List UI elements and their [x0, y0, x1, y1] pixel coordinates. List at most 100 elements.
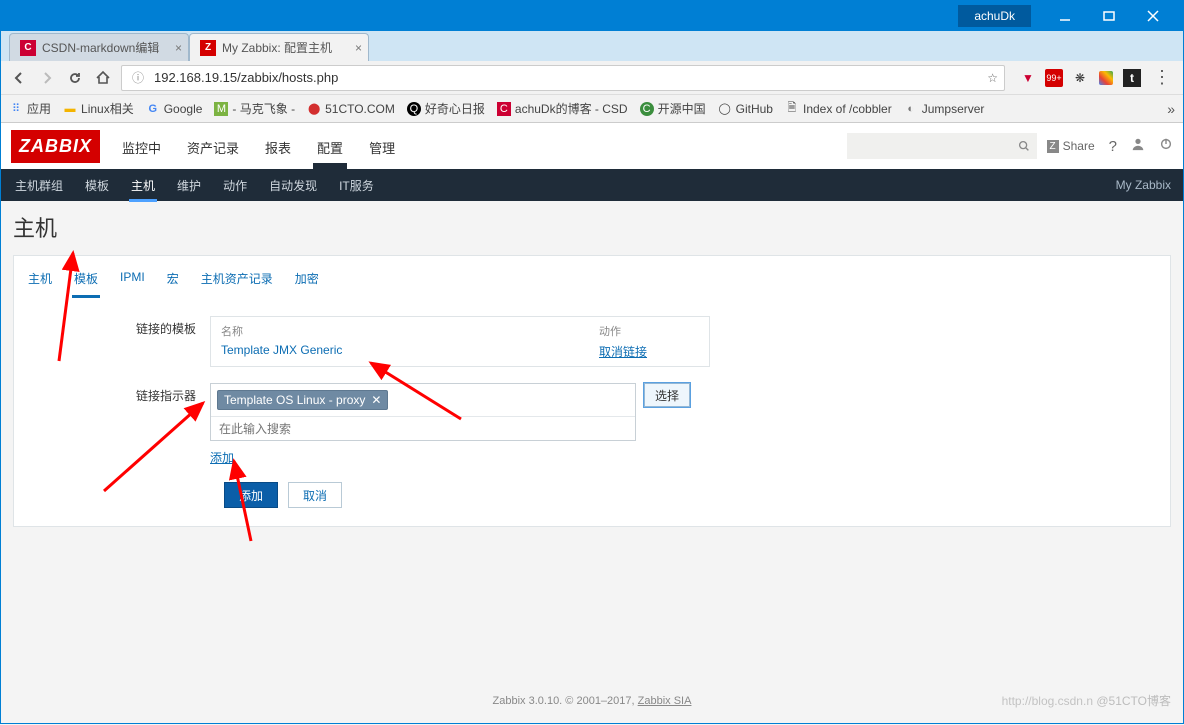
browser-tab[interactable]: Z My Zabbix: 配置主机 × — [189, 33, 369, 61]
window-user: achuDk — [958, 5, 1031, 27]
url-box[interactable]: ⓘ 192.168.19.15/zabbix/hosts.php ☆ — [121, 65, 1005, 91]
tab-macros[interactable]: 宏 — [165, 266, 181, 298]
col-header-action: 动作 — [599, 323, 699, 339]
footer-text: Zabbix 3.0.10. © 2001–2017, — [493, 695, 638, 707]
subnav-hostgroups[interactable]: 主机群组 — [13, 169, 65, 202]
window-titlebar: achuDk — [1, 1, 1183, 31]
select-button[interactable]: 选择 — [644, 383, 690, 407]
tab-encryption[interactable]: 加密 — [293, 266, 321, 298]
subnav-templates[interactable]: 模板 — [83, 169, 111, 202]
tab-title: CSDN-markdown编辑 — [42, 39, 164, 56]
site-icon: C — [497, 102, 511, 116]
subnav-right: My Zabbix — [1116, 178, 1171, 192]
tab-close-icon[interactable]: × — [175, 41, 182, 55]
zabbix-subnav: 主机群组 模板 主机 维护 动作 自动发现 IT服务 My Zabbix — [1, 169, 1183, 201]
bookmark-item[interactable]: Q好奇心日报 — [407, 100, 485, 117]
ext-icon[interactable]: ❋ — [1071, 69, 1089, 87]
form-tabs: 主机 模板 IPMI 宏 主机资产记录 加密 — [14, 256, 1170, 298]
link-indicator-label: 链接指示器 — [26, 383, 210, 404]
bookmark-item[interactable]: GGoogle — [146, 102, 203, 116]
browser-address-bar: ⓘ 192.168.19.15/zabbix/hosts.php ☆ ▼ 99+… — [1, 61, 1183, 95]
linked-templates-label: 链接的模板 — [26, 316, 210, 337]
link-indicator-row: 链接指示器 Template OS Linux - proxy ✕ — [26, 383, 1158, 466]
page-content: 主机 主机 模板 IPMI 宏 主机资产记录 加密 链接的模板 名称 动作 — [1, 201, 1183, 537]
site-icon: Q — [407, 102, 421, 116]
ext-icon[interactable]: t — [1123, 69, 1141, 87]
home-button[interactable] — [93, 68, 113, 88]
menu-icon[interactable]: ⋮ — [1149, 67, 1175, 88]
new-tab-button[interactable] — [375, 39, 399, 61]
subnav-hosts[interactable]: 主机 — [129, 169, 157, 202]
window-close-button[interactable] — [1131, 2, 1175, 30]
browser-tabs: C CSDN-markdown编辑 × Z My Zabbix: 配置主机 × — [1, 31, 1183, 61]
unlink-link[interactable]: 取消链接 — [599, 343, 699, 360]
apps-icon: ⠿ — [9, 102, 23, 116]
table-row: Template JMX Generic 取消链接 — [221, 343, 699, 360]
zabbix-header: ZABBIX 监控中 资产记录 报表 配置 管理 ZShare ? — [1, 123, 1183, 169]
form-body: 链接的模板 名称 动作 Template JMX Generic 取消链接 — [14, 298, 1170, 526]
site-icon: M — [214, 102, 228, 116]
apps-button[interactable]: ⠿应用 — [9, 100, 51, 117]
tab-ipmi[interactable]: IPMI — [118, 266, 147, 298]
bookmark-item[interactable]: M- 马克飞象 - — [214, 100, 295, 117]
bookmark-item[interactable]: C开源中国 — [640, 100, 706, 117]
subnav-itservices[interactable]: IT服务 — [337, 169, 376, 202]
col-header-name: 名称 — [221, 323, 599, 339]
bookmark-item[interactable]: ⬤51CTO.COM — [307, 102, 395, 116]
overflow-icon[interactable]: » — [1167, 101, 1175, 117]
menu-reports[interactable]: 报表 — [261, 124, 295, 169]
forward-button[interactable] — [37, 68, 57, 88]
footer-link[interactable]: Zabbix SIA — [638, 695, 692, 707]
reload-button[interactable] — [65, 68, 85, 88]
tab-host[interactable]: 主机 — [26, 266, 54, 298]
info-icon: ⓘ — [128, 68, 148, 88]
user-icon[interactable] — [1131, 137, 1145, 155]
shield-icon[interactable]: ▼ — [1019, 69, 1037, 87]
bookmark-item[interactable]: ▬Linux相关 — [63, 100, 134, 117]
subnav-actions[interactable]: 动作 — [221, 169, 249, 202]
tab-title: My Zabbix: 配置主机 — [222, 39, 344, 56]
bookmark-item[interactable]: ◯GitHub — [718, 102, 773, 116]
tag-remove-icon[interactable]: ✕ — [371, 393, 381, 407]
badge-icon[interactable]: 99+ — [1045, 69, 1063, 87]
watermark: http://blog.csdn.n @51CTO博客 — [1002, 692, 1171, 709]
tag-label: Template OS Linux - proxy — [224, 393, 365, 407]
cancel-button[interactable]: 取消 — [288, 482, 342, 508]
zabbix-logo[interactable]: ZABBIX — [11, 130, 100, 163]
bookmark-star-icon[interactable]: ☆ — [987, 71, 998, 85]
zabbix-main-menu: 监控中 资产记录 报表 配置 管理 — [118, 124, 399, 169]
search-input[interactable] — [847, 133, 1037, 159]
favicon-icon: C — [20, 40, 36, 56]
help-icon[interactable]: ? — [1109, 138, 1117, 155]
bookmark-item[interactable]: 🗎Index of /cobbler — [785, 102, 892, 116]
page-icon: 🗎 — [785, 102, 799, 116]
add-button[interactable]: 添加 — [224, 482, 278, 508]
window-maximize-button[interactable] — [1087, 2, 1131, 30]
tab-templates[interactable]: 模板 — [72, 266, 100, 298]
window-minimize-button[interactable] — [1043, 2, 1087, 30]
tab-close-icon[interactable]: × — [355, 41, 362, 55]
bookmark-item[interactable]: CachuDk的博客 - CSD — [497, 100, 628, 117]
linked-templates-table: 名称 动作 Template JMX Generic 取消链接 — [210, 316, 710, 367]
tab-inventory[interactable]: 主机资产记录 — [199, 266, 275, 298]
menu-inventory[interactable]: 资产记录 — [183, 124, 243, 169]
template-tag: Template OS Linux - proxy ✕ — [217, 390, 388, 410]
linked-templates-row: 链接的模板 名称 动作 Template JMX Generic 取消链接 — [26, 316, 1158, 367]
page-title: 主机 — [13, 211, 1171, 243]
template-search-input[interactable] — [211, 416, 635, 440]
menu-administration[interactable]: 管理 — [365, 124, 399, 169]
site-icon: C — [640, 102, 654, 116]
subnav-discovery[interactable]: 自动发现 — [267, 169, 319, 202]
template-link[interactable]: Template JMX Generic — [221, 343, 599, 360]
menu-configuration[interactable]: 配置 — [313, 124, 347, 169]
ext-icon[interactable] — [1097, 69, 1115, 87]
browser-tab[interactable]: C CSDN-markdown编辑 × — [9, 33, 189, 61]
power-icon[interactable] — [1159, 137, 1173, 155]
back-button[interactable] — [9, 68, 29, 88]
github-icon: ◯ — [718, 102, 732, 116]
menu-monitoring[interactable]: 监控中 — [118, 124, 165, 169]
share-link[interactable]: ZShare — [1047, 139, 1095, 153]
subnav-maintenance[interactable]: 维护 — [175, 169, 203, 202]
add-template-link[interactable]: 添加 — [210, 449, 234, 466]
bookmark-item[interactable]: ◐Jumpserver — [904, 102, 985, 116]
